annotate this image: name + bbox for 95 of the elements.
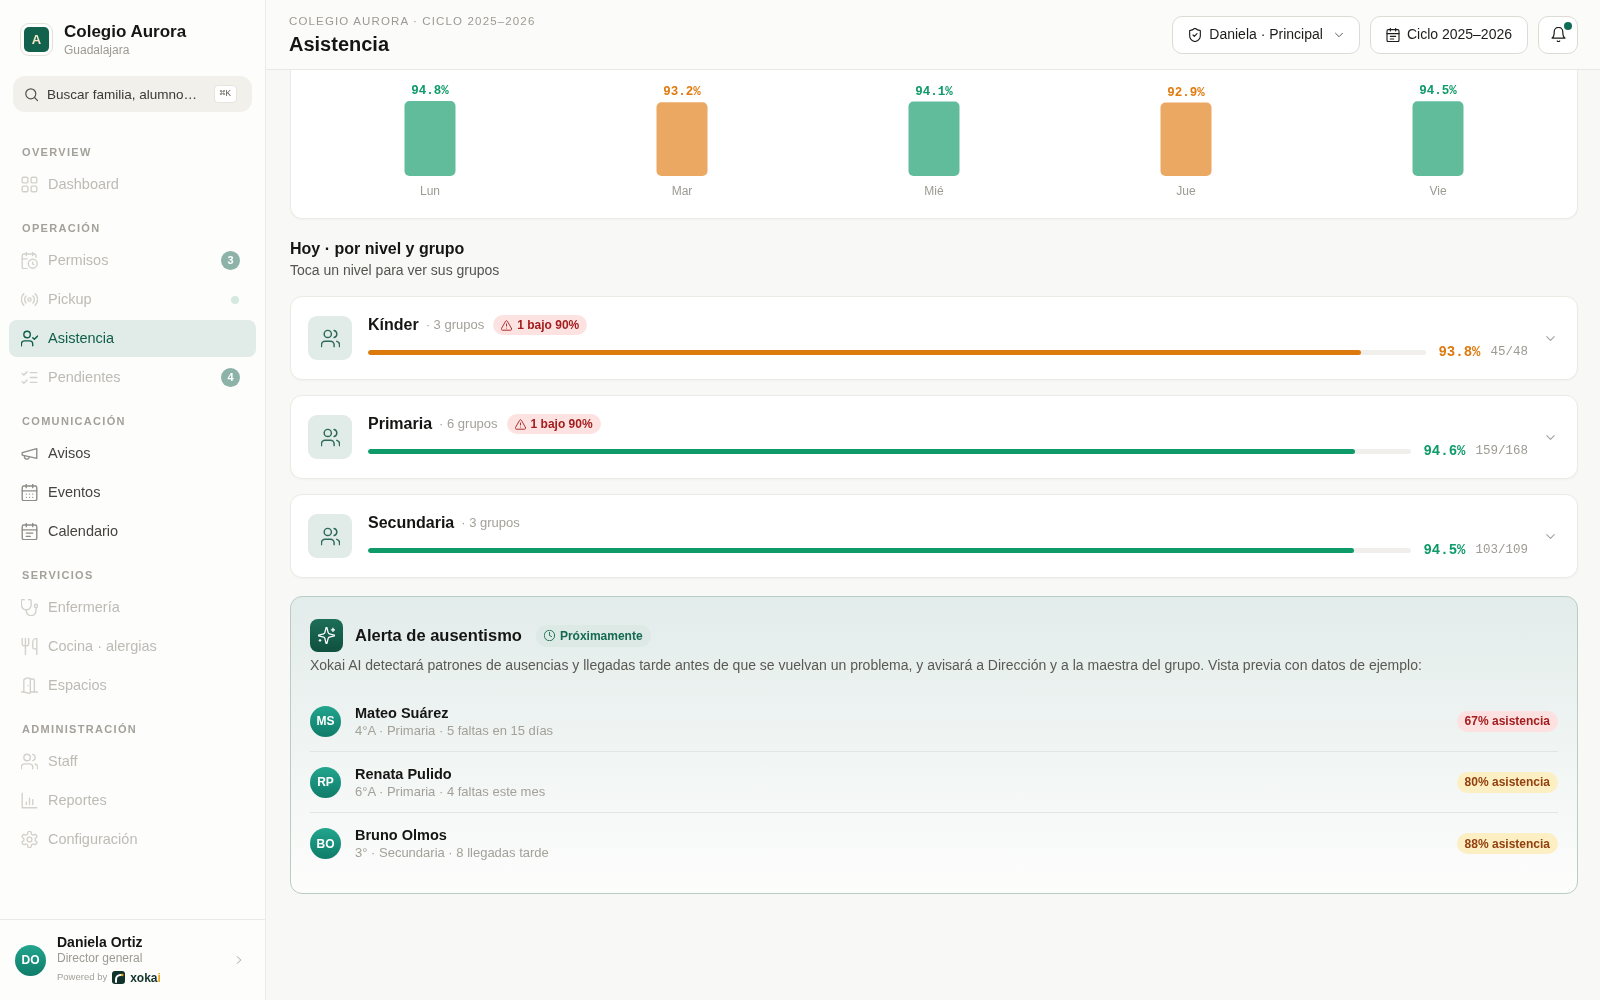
users-icon [308,514,352,558]
grid-icon [21,176,38,193]
shield-check-icon [1188,27,1203,42]
section-label: ADMINISTRACIÓN [21,722,139,736]
users-icon [308,415,352,459]
avatar: DO [15,944,46,976]
fork-knife-icon [21,638,38,655]
calendar-clock-icon [21,252,38,269]
axis-label: Jue [1176,184,1196,198]
alert-title: Alerta de ausentismo [355,625,522,647]
warning-icon [514,418,526,430]
student-count: 159/168 [1475,442,1528,460]
student-name: Bruno Olmos [355,826,448,844]
section-label: OPERACIÓN [21,221,102,235]
notifications-button[interactable] [1538,15,1578,54]
section-label: OVERVIEW [21,145,93,159]
brand-name: xokai [130,969,161,987]
section-label: SERVICIOS [21,568,95,582]
alert-text: 1 bajo 90% [517,317,580,334]
value-label: 94.8% [411,84,449,98]
section-label: COMUNICACIÓN [21,414,127,428]
powered-by-text: Powered by [57,970,108,985]
broadcast-icon [21,291,38,308]
attendance-badge: 80% asistencia [1456,771,1558,793]
clock-icon [543,630,555,641]
count-badge: 3 [221,251,240,270]
calendar-icon [21,523,38,540]
sidebar-item[interactable]: Eventos [9,474,256,511]
sidebar-item[interactable]: Calendario [9,513,256,550]
level-name: Primaria [368,414,433,434]
count-badge: 4 [221,368,240,387]
avatar: RP [310,766,341,798]
value-label: 94.5% [1419,84,1457,99]
sidebar-item[interactable]: Avisos [9,435,256,472]
users-icon [21,753,38,770]
level-name: Secundaria [368,513,455,533]
bell-icon [1550,27,1566,42]
user-name: Daniela Ortiz [57,933,144,951]
axis-label: Vie [1429,184,1447,198]
page-title: Asistencia [289,31,391,56]
school-location: Guadalajara [64,43,131,58]
cycle-button[interactable]: Ciclo 2025–2026 [1369,15,1528,54]
search-icon [24,87,39,102]
users-icon [308,316,352,360]
avatar: BO [310,828,341,859]
warning-icon [501,319,513,331]
user-role: Director general [57,950,144,966]
student-count: 103/109 [1475,541,1528,559]
stethoscope-icon [21,599,38,616]
axis-label: Mar [671,184,693,198]
breadcrumb: COLEGIO AURORA · CICLO 2025–2026 [289,13,536,28]
student-count: 45/48 [1490,343,1528,361]
checklist-icon [21,369,38,386]
bar-chart-icon [21,792,38,809]
section-subtitle: Toca un nivel para ver sus grupos [290,261,501,279]
avatar: MS [310,705,341,737]
level-card[interactable]: Primaria · 6 grupos 1 bajo 90% 94.6% 159/168 [290,395,1578,479]
attendance-percent: 94.6% [1423,441,1466,461]
group-count: · 3 grupos [461,514,520,533]
logo-icon [112,971,126,984]
role-menu-button[interactable]: Daniela · Principal [1172,15,1360,54]
axis-label: Mié [924,184,944,198]
group-count: · 3 grupos [425,316,485,335]
settings-icon [21,831,38,848]
section-title: Hoy · por nivel y grupo [290,239,466,259]
value-label: 92.9% [1167,85,1205,100]
sparkles-icon [310,619,343,652]
student-name: Mateo Suárez [355,703,450,722]
group-count: · 6 grupos [439,415,498,434]
user-check-icon [21,330,38,347]
badge-text: Próximamente [559,627,643,645]
student-detail: 6°A · Primaria · 4 faltas este mes [355,782,547,800]
level-card[interactable]: Secundaria · 3 grupos 94.5% 103/109 [290,494,1578,578]
attendance-percent: 94.5% [1423,540,1466,560]
school-name: Colegio Aurora [64,21,187,42]
shortcut-key: ⌘K [213,85,237,103]
calendar-icon [1385,27,1400,42]
axis-label: Lun [420,184,440,198]
school-logo: A [20,23,53,56]
level-name: Kínder [368,315,419,335]
value-label: 93.2% [663,85,701,100]
alert-text: 1 bajo 90% [530,416,593,433]
level-card[interactable]: Kínder · 3 grupos 1 bajo 90% 93.8% 45/48 [290,296,1578,380]
calendar-icon [21,484,38,501]
alert-description: Xokai AI detectará patrones de ausencias y llegadas tarde antes de que se vuelvan un problema, y avisará a Dirección y a la maestra del grupo. Vista previa con datos de ejemplo: [310,657,1423,673]
student-detail: 4°A · Primaria · 5 faltas en 15 días [355,721,555,739]
attendance-percent: 93.8% [1438,342,1481,362]
student-name: Renata Pulido [355,764,453,783]
attendance-badge: 88% asistencia [1456,833,1558,854]
student-detail: 3° · Secundaria · 8 llegadas tarde [355,844,550,861]
megaphone-icon [21,445,38,462]
door-icon [21,677,38,694]
attendance-badge: 67% asistencia [1456,710,1558,732]
sidebar-item[interactable]: Asistencia [9,320,256,357]
value-label: 94.1% [915,84,953,99]
